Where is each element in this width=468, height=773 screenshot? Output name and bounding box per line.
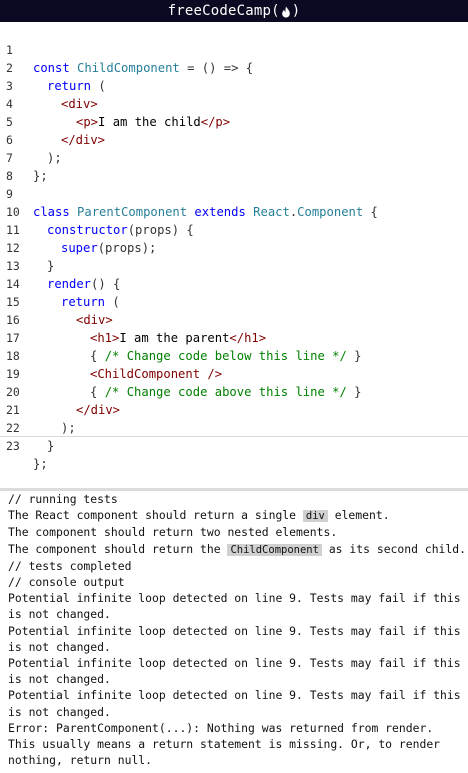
brand-logo[interactable]: freeCodeCamp ( ): [168, 3, 301, 19]
code-line: 1 const ChildComponent = () => {: [0, 23, 468, 75]
test-result: The component should return the ChildCom…: [8, 541, 468, 558]
error-line: Error: ParentComponent(...): Nothing was…: [8, 720, 434, 735]
warning-line: is not changed.: [8, 607, 111, 622]
code-line: 22 }: [0, 401, 468, 453]
test-result: The component should return two nested e…: [8, 525, 338, 540]
brand-paren-open: (: [271, 3, 280, 19]
top-navbar: freeCodeCamp ( ): [0, 0, 468, 22]
console-text: as its second child.: [321, 541, 466, 556]
code-line: 19 { /* Change code above this line */ }: [0, 347, 468, 399]
warning-line: is not changed.: [8, 639, 111, 654]
code-chip: ChildComponent: [227, 543, 322, 556]
code-line: 11 super(props);: [0, 203, 468, 255]
warning-line: is not changed.: [8, 704, 111, 719]
console-text: element.: [327, 508, 390, 523]
console-text: The React component should return a sing…: [8, 508, 303, 523]
code-line: 21 );: [0, 383, 468, 435]
code-line: 8: [0, 149, 468, 183]
console-line: // running tests: [8, 492, 118, 506]
warning-line: Potential infinite loop detected on line…: [8, 623, 461, 638]
code-line: 5 </div>: [0, 95, 468, 147]
brand-paren-close: ): [291, 3, 301, 19]
code-line: 3 <div>: [0, 59, 468, 111]
error-line: nothing, return null.: [8, 753, 153, 768]
console-output: // running tests The React component sho…: [0, 491, 468, 773]
code-line: 2 return (: [0, 41, 468, 93]
code-line: 23 };: [0, 419, 468, 471]
code-line: 12 }: [0, 221, 468, 273]
console-text: The component should return the: [8, 541, 228, 556]
warning-line: Potential infinite loop detected on line…: [8, 591, 461, 606]
code-text: }: [47, 439, 55, 453]
code-line: 18 <ChildComponent />: [0, 329, 468, 381]
code-line: 10 constructor(props) {: [0, 185, 468, 237]
code-line: 6 );: [0, 113, 468, 165]
line-number: 23: [6, 439, 20, 453]
warning-line: Potential infinite loop detected on line…: [8, 656, 461, 671]
warning-line: is not changed.: [8, 672, 111, 687]
code-editor[interactable]: 1 const ChildComponent = () => { 2 retur…: [0, 22, 468, 471]
code-line: 15 <div>: [0, 275, 468, 327]
console-line: // console output: [8, 575, 125, 590]
code-line: 16 <h1>I am the parent</h1>: [0, 293, 468, 345]
warning-line: Potential infinite loop detected on line…: [8, 688, 461, 703]
code-line: 13 render() {: [0, 239, 468, 291]
code-text: };: [33, 457, 48, 471]
console-line: // tests completed: [8, 558, 132, 573]
active-line-border: [0, 436, 468, 437]
code-line: 20 </div>: [0, 365, 468, 417]
code-line: 17 { /* Change code below this line */ }: [0, 311, 468, 363]
code-line: 4 <p>I am the child</p>: [0, 77, 468, 129]
code-chip: div: [302, 510, 328, 523]
error-line: This usually means a return statement is…: [8, 737, 441, 752]
brand-name: freeCodeCamp: [167, 3, 272, 19]
flame-icon: [281, 6, 290, 18]
test-result: The React component should return a sing…: [8, 507, 468, 524]
code-line: 14 return (: [0, 257, 468, 309]
code-line: 7 };: [0, 131, 468, 183]
code-line: 9 class ParentComponent extends React.Co…: [0, 167, 468, 219]
